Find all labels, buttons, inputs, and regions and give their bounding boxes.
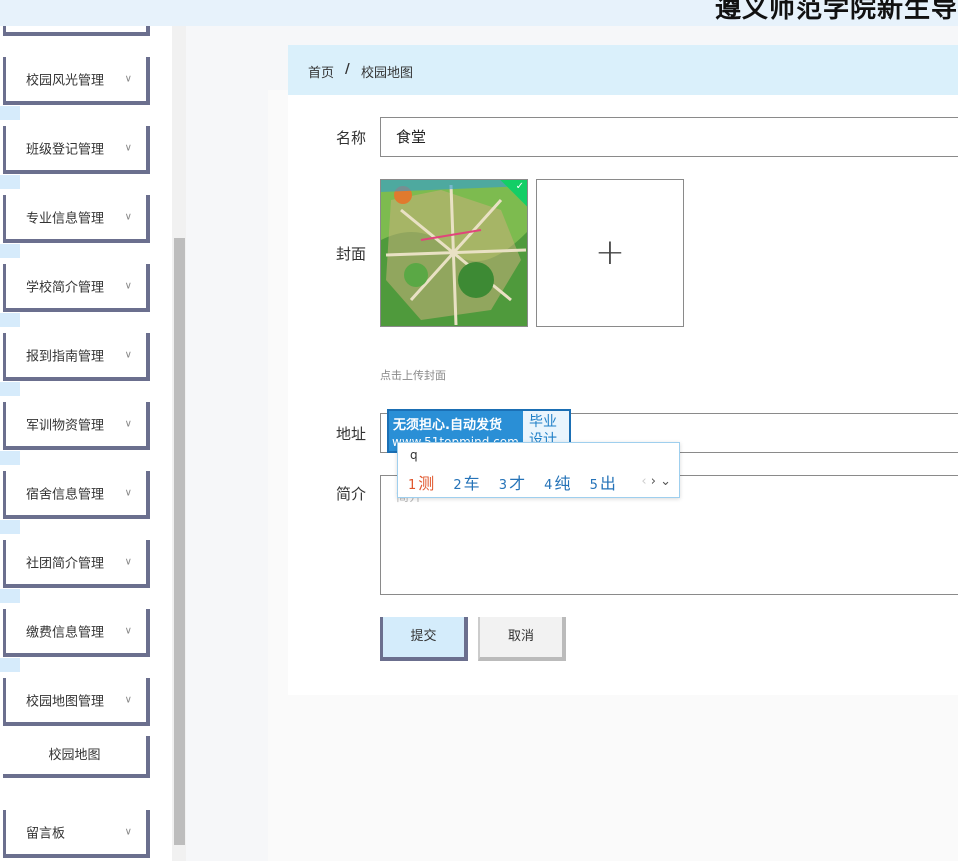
sidebar-item-label: 专业信息管理 bbox=[26, 211, 105, 227]
watermark-badge-line1: 毕业 bbox=[529, 414, 557, 430]
name-label: 名称 bbox=[336, 129, 367, 147]
breadcrumb: 首页 / 校园地图 bbox=[288, 45, 958, 95]
sidebar-item-label: 班级登记管理 bbox=[26, 142, 105, 158]
app-title: 遵义师范学院新生导 bbox=[715, 0, 958, 24]
ime-candidate[interactable]: 1测 bbox=[408, 470, 434, 494]
chevron-left-icon[interactable]: ‹ bbox=[641, 474, 646, 489]
chevron-down-icon: ∨ bbox=[124, 418, 132, 430]
breadcrumb-current: 校园地图 bbox=[361, 66, 414, 81]
sidebar-accent bbox=[0, 106, 20, 120]
sidebar-scrollbar-thumb[interactable] bbox=[174, 238, 185, 845]
chevron-down-icon: ∨ bbox=[124, 826, 132, 838]
sidebar-item-message-board[interactable]: 留言板 ∨ bbox=[3, 810, 150, 858]
sidebar-accent bbox=[0, 382, 20, 396]
sidebar-accent bbox=[0, 589, 20, 603]
chevron-down-icon: ∨ bbox=[124, 73, 132, 85]
submit-button[interactable]: 提交 bbox=[380, 617, 468, 661]
sidebar-item-label: 军训物资管理 bbox=[26, 418, 105, 434]
sidebar-subitem-label: 校园地图 bbox=[48, 748, 101, 763]
chevron-down-icon: ∨ bbox=[124, 625, 132, 637]
ime-candidate[interactable]: 5出 bbox=[590, 470, 616, 494]
cover-thumbnail[interactable]: ✓ bbox=[380, 179, 528, 327]
chevron-right-icon[interactable]: › bbox=[651, 474, 656, 489]
sidebar-item-label: 报到指南管理 bbox=[26, 349, 105, 365]
sidebar-item-label: 宿舍信息管理 bbox=[26, 487, 105, 503]
sidebar-item-label: 学校简介管理 bbox=[26, 280, 105, 296]
intro-label: 简介 bbox=[336, 485, 367, 503]
sidebar-accent bbox=[0, 451, 20, 465]
sidebar-item-school-intro[interactable]: 学校简介管理 ∨ bbox=[3, 264, 150, 312]
sidebar-item-label: 社团简介管理 bbox=[26, 556, 105, 572]
cover-label: 封面 bbox=[336, 245, 367, 263]
sidebar-accent bbox=[0, 520, 20, 534]
cover-hint: 点击上传封面 bbox=[380, 369, 446, 382]
sidebar-subitem-campus-map[interactable]: 校园地图 bbox=[3, 736, 150, 778]
sidebar-item-dorm[interactable]: 宿舍信息管理 ∨ bbox=[3, 471, 150, 519]
sidebar-accent bbox=[0, 175, 20, 189]
ime-candidate[interactable]: 4纯 bbox=[544, 470, 570, 494]
ime-nav: ‹ › ⌄ bbox=[641, 474, 671, 489]
sidebar-item-club[interactable]: 社团简介管理 ∨ bbox=[3, 540, 150, 588]
sidebar-item-scenery[interactable]: 校园风光管理 ∨ bbox=[3, 57, 150, 105]
sidebar-item-label: 校园风光管理 bbox=[26, 73, 105, 89]
upload-button[interactable]: + bbox=[536, 179, 684, 327]
breadcrumb-separator: / bbox=[345, 62, 350, 77]
chevron-down-icon: ∨ bbox=[124, 694, 132, 706]
sidebar-item-guide[interactable]: 报到指南管理 ∨ bbox=[3, 333, 150, 381]
sidebar-accent bbox=[0, 658, 20, 672]
sidebar-item-campus-map[interactable]: 校园地图管理 ∨ bbox=[3, 678, 150, 726]
chevron-down-icon: ∨ bbox=[124, 349, 132, 361]
chevron-down-icon: ∨ bbox=[124, 280, 132, 292]
top-header: 遵义师范学院新生导 bbox=[0, 0, 958, 26]
check-icon: ✓ bbox=[515, 181, 524, 192]
sidebar-item-military[interactable]: 军训物资管理 ∨ bbox=[3, 402, 150, 450]
chevron-down-icon: ∨ bbox=[124, 142, 132, 154]
sidebar-item-fee[interactable]: 缴费信息管理 ∨ bbox=[3, 609, 150, 657]
ime-candidate[interactable]: 3才 bbox=[499, 470, 525, 494]
chevron-down-icon: ∨ bbox=[124, 211, 132, 223]
sidebar: 校园风光管理 ∨ 班级登记管理 ∨ 专业信息管理 ∨ 学校简介管理 ∨ 报到指南… bbox=[0, 26, 172, 861]
chevron-down-icon: ∨ bbox=[124, 487, 132, 499]
sidebar-accent bbox=[0, 313, 20, 327]
sidebar-accent bbox=[0, 244, 20, 258]
address-label: 地址 bbox=[336, 425, 367, 443]
sidebar-item-label: 缴费信息管理 bbox=[26, 625, 105, 641]
sidebar-item-partial[interactable] bbox=[3, 26, 150, 36]
cancel-button[interactable]: 取消 bbox=[478, 617, 566, 661]
sidebar-item-class[interactable]: 班级登记管理 ∨ bbox=[3, 126, 150, 174]
sidebar-item-label: 校园地图管理 bbox=[26, 694, 105, 710]
campus-map-image bbox=[381, 180, 527, 326]
ime-candidate[interactable]: 2车 bbox=[453, 470, 479, 494]
name-input[interactable]: 食堂 bbox=[380, 117, 958, 157]
sidebar-item-major[interactable]: 专业信息管理 ∨ bbox=[3, 195, 150, 243]
chevron-down-icon: ∨ bbox=[124, 556, 132, 568]
breadcrumb-home[interactable]: 首页 bbox=[308, 62, 334, 81]
watermark-line1: 无须担心.自动发货 bbox=[393, 418, 502, 433]
ime-candidate-list: 1测 2车 3才 4纯 5出 bbox=[408, 470, 630, 494]
ime-composition: q bbox=[410, 448, 418, 462]
ime-candidate-window: q 1测 2车 3才 4纯 5出 ‹ › ⌄ bbox=[397, 442, 680, 498]
sidebar-item-label: 留言板 bbox=[26, 826, 66, 842]
chevron-down-icon[interactable]: ⌄ bbox=[660, 474, 671, 489]
plus-icon: + bbox=[594, 232, 626, 273]
